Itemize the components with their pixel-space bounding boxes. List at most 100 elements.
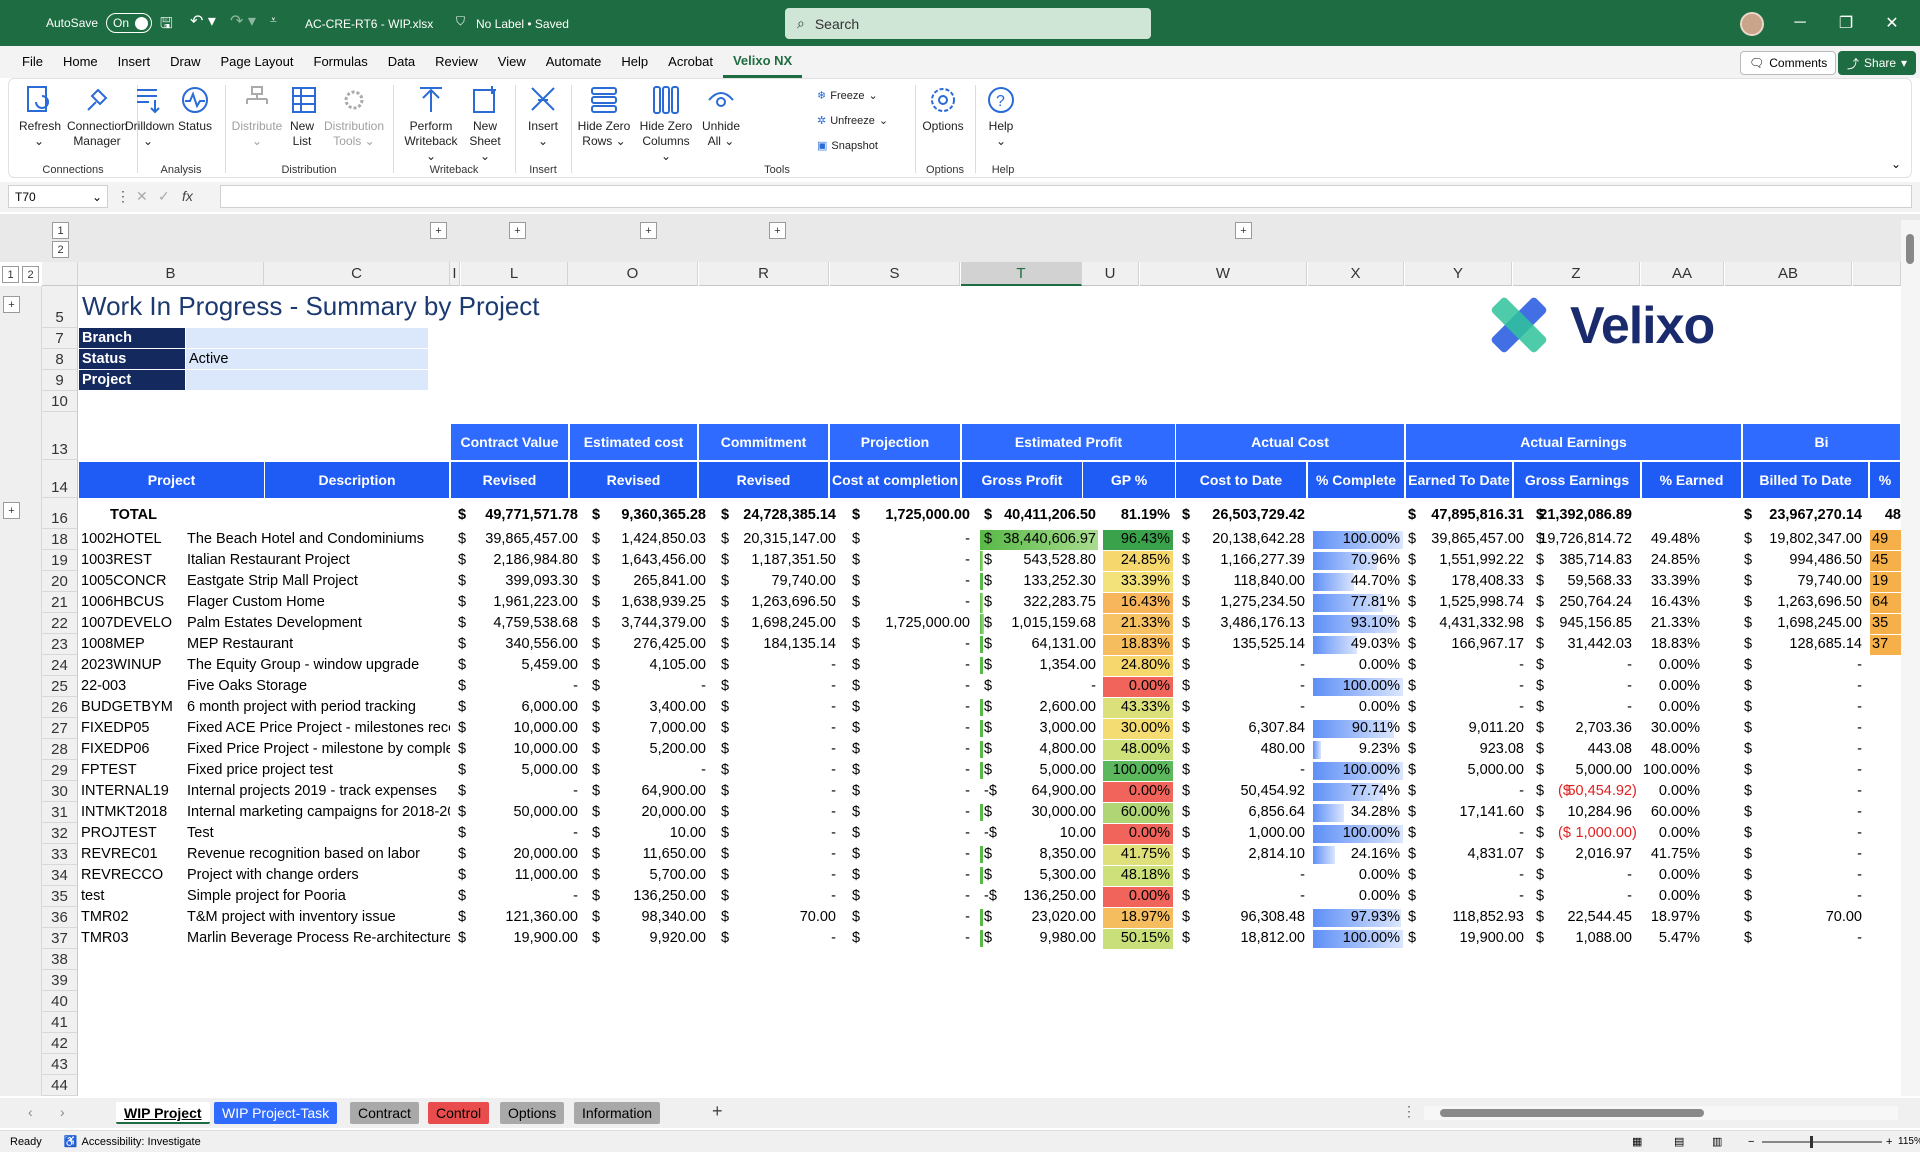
tab-wip-project[interactable]: WIP Project <box>116 1102 210 1124</box>
row-outline-level-2[interactable]: 2 <box>22 266 39 283</box>
row-header-42[interactable]: 42 <box>42 1033 78 1054</box>
row-header-5[interactable]: 5 <box>42 286 78 328</box>
accessibility-status[interactable]: Accessibility: Investigate <box>82 1136 201 1148</box>
prev-sheet-icon[interactable]: ‹ <box>28 1104 33 1120</box>
column-header-z[interactable]: Z <box>1513 262 1640 286</box>
row-header-44[interactable]: 44 <box>42 1075 78 1096</box>
expand-group-button[interactable]: + <box>509 222 526 239</box>
row-header-14[interactable]: 14 <box>42 460 78 498</box>
column-header-aa[interactable]: AA <box>1641 262 1724 286</box>
expand-group-button[interactable]: + <box>769 222 786 239</box>
column-header-t[interactable]: T <box>961 262 1082 286</box>
menu-tab-home[interactable]: Home <box>53 46 108 78</box>
undo-icon[interactable]: ↶ ▾ <box>190 11 216 31</box>
expand-rows-button[interactable]: + <box>3 502 20 519</box>
next-sheet-icon[interactable]: › <box>60 1104 65 1120</box>
menu-tab-data[interactable]: Data <box>378 46 425 78</box>
column-header-w[interactable]: W <box>1140 262 1307 286</box>
row-header-31[interactable]: 31 <box>42 802 78 823</box>
row-header-32[interactable]: 32 <box>42 823 78 844</box>
collapse-ribbon-icon[interactable]: ⌄ <box>1891 157 1901 171</box>
row-header-8[interactable]: 8 <box>42 349 78 370</box>
column-header-u[interactable]: U <box>1082 262 1139 286</box>
column-header-ab[interactable]: AB <box>1725 262 1852 286</box>
page-break-icon[interactable]: ▥ <box>1712 1135 1722 1148</box>
row-header-7[interactable]: 7 <box>42 328 78 349</box>
menu-tab-insert[interactable]: Insert <box>108 46 161 78</box>
menu-tab-velixo-nx[interactable]: Velixo NX <box>722 46 803 78</box>
scroll-thumb[interactable] <box>1906 234 1914 264</box>
menu-tab-draw[interactable]: Draw <box>160 46 210 78</box>
tab-options[interactable]: Options <box>500 1102 565 1124</box>
menu-tab-automate[interactable]: Automate <box>536 46 612 78</box>
customize-qat-icon[interactable]: ⩡ <box>270 13 277 28</box>
menu-tab-review[interactable]: Review <box>425 46 488 78</box>
row-header-41[interactable]: 41 <box>42 1012 78 1033</box>
row-header-18[interactable]: 18 <box>42 529 78 550</box>
save-icon[interactable]: 🖫 <box>160 13 173 38</box>
row-header-16[interactable]: 16 <box>42 498 78 529</box>
share-button[interactable]: ⤴ Share ▾ <box>1838 51 1917 75</box>
row-header-24[interactable]: 24 <box>42 655 78 676</box>
autosave-toggle[interactable]: On <box>106 13 153 33</box>
zoom-level[interactable]: 115% <box>1898 1136 1920 1147</box>
column-header-y[interactable]: Y <box>1405 262 1512 286</box>
menu-tab-file[interactable]: File <box>12 46 53 78</box>
formula-input[interactable] <box>220 185 1912 208</box>
horizontal-scrollbar[interactable] <box>1424 1106 1898 1120</box>
select-all-corner[interactable] <box>42 262 78 286</box>
close-button[interactable]: ✕ <box>1869 0 1915 46</box>
row-header-22[interactable]: 22 <box>42 613 78 634</box>
zoom-slider[interactable] <box>1762 1136 1882 1148</box>
menu-tab-page-layout[interactable]: Page Layout <box>211 46 304 78</box>
user-avatar[interactable] <box>1740 12 1764 36</box>
row-header-13[interactable]: 13 <box>42 412 78 460</box>
filter-value-field[interactable]: Active <box>186 349 428 370</box>
normal-view-icon[interactable]: ▦ <box>1632 1135 1642 1148</box>
row-header-34[interactable]: 34 <box>42 865 78 886</box>
column-header-r[interactable]: R <box>699 262 829 286</box>
column-header-s[interactable]: S <box>830 262 960 286</box>
row-header-28[interactable]: 28 <box>42 739 78 760</box>
name-box[interactable]: T70 ⌄ <box>8 185 108 208</box>
zoom-in-icon[interactable]: + <box>1886 1136 1892 1148</box>
row-header-23[interactable]: 23 <box>42 634 78 655</box>
zoom-out-icon[interactable]: − <box>1748 1136 1754 1148</box>
column-header-i[interactable]: I <box>450 262 460 286</box>
row-header-40[interactable]: 40 <box>42 991 78 1012</box>
expand-rows-button[interactable]: + <box>3 296 20 313</box>
row-header-19[interactable]: 19 <box>42 550 78 571</box>
menu-tab-help[interactable]: Help <box>611 46 658 78</box>
tab-contract[interactable]: Contract <box>350 1102 419 1124</box>
tab-control[interactable]: Control <box>428 1102 490 1124</box>
more-tabs-icon[interactable]: ⋮ <box>1402 1103 1416 1120</box>
row-header-35[interactable]: 35 <box>42 886 78 907</box>
filter-value-field[interactable] <box>186 370 428 391</box>
column-header-c[interactable]: C <box>264 262 450 286</box>
cancel-icon[interactable]: ✕ <box>136 188 148 205</box>
enter-icon[interactable]: ✓ <box>158 188 170 205</box>
tab-information[interactable]: Information <box>574 1102 661 1124</box>
page-layout-icon[interactable]: ▤ <box>1674 1135 1684 1148</box>
column-header-extra[interactable] <box>1853 262 1901 286</box>
minimize-button[interactable]: ─ <box>1777 0 1823 46</box>
sensitivity-label[interactable]: No Label • Saved <box>476 17 569 31</box>
hscroll-thumb[interactable] <box>1440 1109 1704 1117</box>
row-header-27[interactable]: 27 <box>42 718 78 739</box>
tab-wip-project-task[interactable]: WIP Project-Task <box>214 1102 338 1124</box>
menu-tab-formulas[interactable]: Formulas <box>304 46 378 78</box>
comments-button[interactable]: 🗨 Comments <box>1740 51 1837 75</box>
expand-group-button[interactable]: + <box>1235 222 1252 239</box>
menu-tab-view[interactable]: View <box>488 46 536 78</box>
column-header-l[interactable]: L <box>461 262 568 286</box>
outline-level-1[interactable]: 1 <box>52 222 69 239</box>
expand-group-button[interactable]: + <box>640 222 657 239</box>
search-box[interactable]: ⌕ Search <box>785 8 1151 39</box>
expand-group-button[interactable]: + <box>430 222 447 239</box>
row-header-20[interactable]: 20 <box>42 571 78 592</box>
row-header-39[interactable]: 39 <box>42 970 78 991</box>
vertical-scrollbar[interactable] <box>1901 220 1920 1096</box>
row-header-10[interactable]: 10 <box>42 391 78 412</box>
row-header-30[interactable]: 30 <box>42 781 78 802</box>
column-header-o[interactable]: O <box>568 262 698 286</box>
